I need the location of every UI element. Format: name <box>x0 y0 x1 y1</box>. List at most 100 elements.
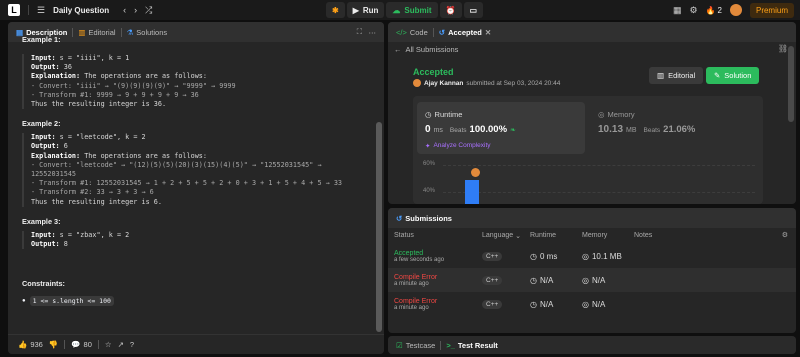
column-header: Language <box>482 232 514 239</box>
notes-button[interactable]: ▭ <box>463 2 484 18</box>
detail-scrollbar[interactable] <box>788 46 794 122</box>
flask-icon: ⚗ <box>126 27 134 37</box>
clock-icon: ◷ <box>530 275 537 285</box>
analyze-label: Analyze Complexity <box>433 142 491 149</box>
tab-editorial[interactable]: ▥ Editorial <box>78 28 115 37</box>
help-icon[interactable]: ? <box>130 340 134 349</box>
note-icon: ▭ <box>469 5 478 15</box>
memory-beats-value: 21.06% <box>663 124 696 135</box>
chip-icon: ◎ <box>582 275 589 285</box>
divider <box>72 27 74 37</box>
submitted-time: submitted at Sep 03, 2024 20:44 <box>466 79 561 87</box>
description-tabbar: ▤ Description ▥ Editorial ⚗ Solutions ⛶ … <box>8 22 384 42</box>
chart-tick-label: 40% <box>423 188 436 194</box>
link-icon[interactable]: ⛓ <box>778 44 788 53</box>
status-cell: Compile Error a minute ago <box>394 268 437 292</box>
example3-heading: Example 3: <box>22 216 61 226</box>
tab-submissions[interactable]: ↺ Submissions <box>396 214 452 223</box>
submissions-table-header: Status Language ⌄ Runtime Memory Notes ⚙ <box>388 228 796 244</box>
problem-list-title[interactable]: Daily Question <box>53 6 109 15</box>
play-icon: ▶ <box>352 5 359 15</box>
runtime-card[interactable]: ◷ Runtime 0 ms Beats 100.00% ❧ ✦ Analyze C… <box>417 102 585 154</box>
table-row[interactable]: Compile Error a minute ago C++ ◷ N/A ◎ N/A <box>388 292 796 316</box>
example-line: Input: s = "leetcode", k = 2 <box>31 133 366 142</box>
memory-card[interactable]: ◎ Memory 10.13 MB Beats 21.06% <box>598 102 748 154</box>
star-icon[interactable]: ☆ <box>105 340 112 349</box>
chevron-down-icon: ⌄ <box>515 233 522 240</box>
debug-button[interactable]: ✱ <box>326 2 345 18</box>
editorial-button[interactable]: ▥ Editorial <box>649 67 704 84</box>
list-icon[interactable]: ☰ <box>37 5 45 16</box>
column-header-language[interactable]: Language ⌄ <box>482 232 521 240</box>
streak-counter[interactable]: 🔥 2 <box>706 6 722 15</box>
tab-solutions[interactable]: ⚗ Solutions <box>127 28 168 37</box>
run-button[interactable]: ▶ Run <box>346 2 385 18</box>
settings-icon[interactable]: ⚙ <box>782 231 788 239</box>
analyze-complexity-link[interactable]: ✦ Analyze Complexity <box>425 142 491 150</box>
lang-cell: C++ <box>482 268 503 292</box>
tab-code[interactable]: </> Code <box>396 28 428 37</box>
author-avatar <box>413 79 421 87</box>
leetcode-logo-icon[interactable]: L <box>8 4 20 16</box>
memory-unit: MB <box>626 127 637 134</box>
clock-icon: ◷ <box>530 299 537 309</box>
bullet: ● <box>22 298 26 305</box>
author-name[interactable]: Ajay Kannan <box>424 80 463 87</box>
explanation-line: Thus the resulting integer is 36. <box>31 100 167 109</box>
divider <box>120 27 122 37</box>
memory-value: 10.13 <box>598 124 624 135</box>
console-tabbar: ☑ Testcase >_ Test Result <box>388 336 796 354</box>
more-icon[interactable]: ⋯ <box>369 28 377 37</box>
shuffle-icon[interactable]: ⤮ <box>145 5 152 16</box>
solution-button[interactable]: ✎ Solution <box>706 67 760 84</box>
chart-bar[interactable] <box>465 180 479 204</box>
output-label: Output: <box>31 240 60 249</box>
status-time: a few seconds ago <box>394 256 445 263</box>
tab-test-result[interactable]: >_ Test Result <box>446 341 497 350</box>
dislike-button[interactable]: 👎 <box>49 340 58 349</box>
table-row[interactable]: Compile Error a minute ago C++ ◷ N/A ◎ N/A <box>388 268 796 292</box>
constraint-item: ● 1 <= s.length <= 100 <box>22 296 366 307</box>
example-line: Input: s = "iiii", k = 1 <box>31 54 366 63</box>
book-icon: ▥ <box>657 71 665 80</box>
chevron-right-icon[interactable]: › <box>134 5 137 15</box>
chart-tick-label: 60% <box>423 161 436 167</box>
tab-label: Code <box>409 27 428 37</box>
column-header: Status <box>394 232 414 239</box>
streak-count: 2 <box>717 5 722 15</box>
gear-icon[interactable]: ⚙ <box>689 5 697 16</box>
explanation-text: The operations are as follows: <box>84 72 207 81</box>
explanation-line: Thus the resulting integer is 6. <box>31 197 162 206</box>
avatar[interactable] <box>729 4 742 16</box>
share-icon[interactable]: ↗ <box>118 340 124 349</box>
memory-text: N/A <box>591 299 606 309</box>
table-row[interactable]: Accepted a few seconds ago C++ ◷ 0 ms ◎ 10… <box>388 244 796 268</box>
fire-icon: 🔥 <box>705 5 716 15</box>
timer-button[interactable]: ⏰ <box>439 2 462 18</box>
close-icon[interactable]: ✕ <box>485 28 491 37</box>
tab-testcase[interactable]: ☑ Testcase <box>396 341 435 350</box>
status-text: Compile Error <box>394 273 438 281</box>
status-time: a minute ago <box>394 304 429 311</box>
input-value: s = "iiii", k = 1 <box>59 54 130 62</box>
runtime-cell: ◷ N/A <box>530 292 553 316</box>
layout-icon[interactable]: ▦ <box>673 5 682 16</box>
runtime-value-row: 0 ms Beats 100.00% ❧ <box>425 124 516 135</box>
comment-count: 80 <box>83 340 92 349</box>
submissions-panel: ↺ Submissions Status Language ⌄ Runtime … <box>388 208 796 333</box>
maximize-icon[interactable]: ⛶ <box>357 27 362 37</box>
chevron-left-icon[interactable]: ‹ <box>123 5 126 15</box>
explanation-line: - Transform #1: 12552031545 → 1 + 2 + 5 … <box>31 179 342 188</box>
tab-accepted[interactable]: ↺ Accepted ✕ <box>439 28 491 37</box>
clock-icon: ◷ <box>425 110 432 119</box>
like-button[interactable]: 👍 936 <box>18 340 43 349</box>
submit-button[interactable]: ☁ Submit <box>386 2 438 18</box>
stats-card: ◷ Runtime 0 ms Beats 100.00% ❧ ✦ Analyze C… <box>413 96 763 204</box>
edit-icon: ✎ <box>714 71 721 80</box>
premium-button[interactable]: Premium <box>749 2 794 18</box>
explanation-label: Explanation: <box>31 151 81 160</box>
all-submissions-link[interactable]: ← All Submissions <box>394 45 458 54</box>
description-scrollbar[interactable] <box>376 122 382 332</box>
comments-button[interactable]: 💬 80 <box>71 340 92 349</box>
input-label: Input: <box>31 230 56 239</box>
